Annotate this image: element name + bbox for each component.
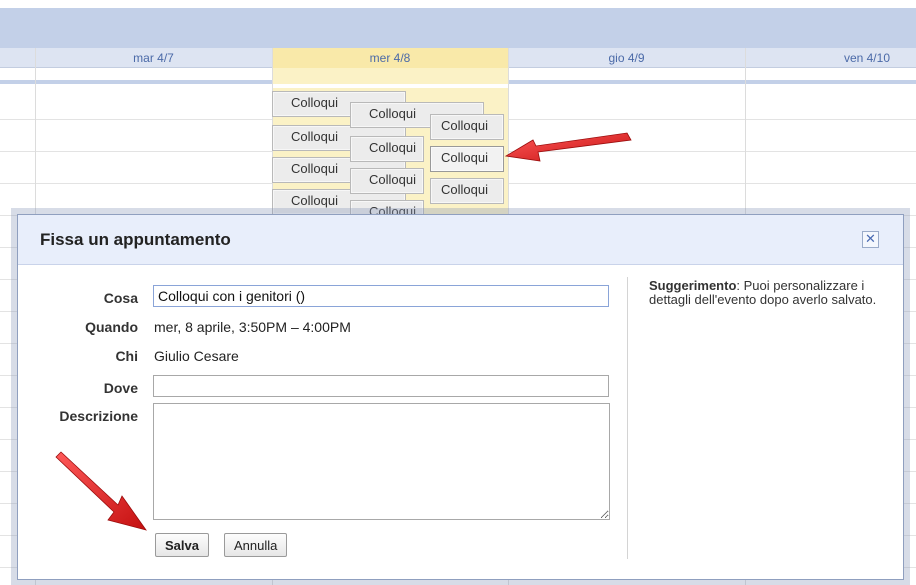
when-value: mer, 8 aprile, 3:50PM – 4:00PM (154, 319, 351, 335)
cancel-button[interactable]: Annulla (224, 533, 288, 557)
who-value: Giulio Cesare (154, 348, 239, 364)
save-button[interactable]: Salva (155, 533, 209, 557)
dialog-title: Fissa un appuntamento (40, 230, 231, 249)
day-header-thu[interactable]: gio 4/9 (508, 48, 745, 68)
description-label: Descrizione (59, 408, 138, 424)
all-day-row (0, 68, 916, 84)
day-header-fri[interactable]: ven 4/10 (745, 48, 916, 68)
calendar-event[interactable]: Colloqui (430, 114, 504, 140)
hint-text: Suggerimento: Puoi personalizzare i dett… (649, 279, 894, 307)
calendar-screen: mar 4/7 mer 4/8 gio 4/9 ven 4/10 Colloqu… (0, 0, 916, 585)
all-day-today-cell[interactable] (272, 68, 508, 84)
calendar-top-bar (0, 8, 916, 48)
where-input[interactable] (153, 375, 609, 397)
dialog-divider (627, 277, 628, 559)
where-label: Dove (103, 380, 138, 396)
appointment-dialog: Fissa un appuntamento ✕ Cosa Quando mer,… (17, 214, 904, 580)
hint-title: Suggerimento (649, 278, 737, 293)
close-icon[interactable]: ✕ (862, 231, 879, 248)
when-label: Quando (85, 319, 138, 335)
calendar-event[interactable]: Colloqui (350, 136, 424, 162)
what-input[interactable] (153, 285, 609, 307)
what-label: Cosa (103, 290, 138, 306)
calendar-day-header: mar 4/7 mer 4/8 gio 4/9 ven 4/10 (0, 48, 916, 68)
who-label: Chi (115, 348, 138, 364)
day-header-tue[interactable]: mar 4/7 (35, 48, 272, 68)
calendar-event[interactable]: Colloqui (350, 168, 424, 194)
day-header-wed[interactable]: mer 4/8 (272, 48, 508, 68)
calendar-event[interactable]: Colloqui (430, 178, 504, 204)
description-textarea[interactable] (153, 403, 610, 520)
dialog-header: Fissa un appuntamento ✕ (18, 215, 903, 265)
calendar-event-highlighted[interactable]: Colloqui (430, 146, 504, 172)
